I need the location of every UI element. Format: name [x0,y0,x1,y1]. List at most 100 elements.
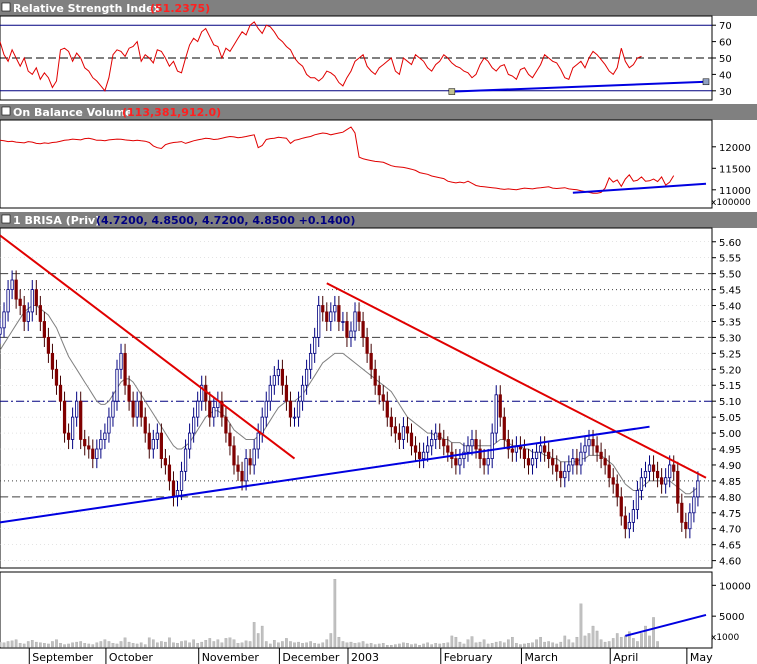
volume-bar [394,644,397,648]
price-candle-body [543,445,547,453]
rsi-panel: Relative Strength Index (51.2375) 70 60 50… [0,0,757,101]
volume-bar [301,643,304,648]
volume-bar [337,636,341,648]
volume-bar [196,643,200,648]
y-tick-label: 5.00 [719,429,741,440]
x-axis-month-label: February [444,651,493,664]
volume-bar [95,642,99,648]
price-candle-body [381,394,385,402]
obv-panel: On Balance Volume (113,381,912.0) 12000 1… [0,104,757,209]
price-candle-body [559,470,563,479]
volume-bar [619,636,623,648]
x-axis-month-label: October [109,651,153,664]
volume-bar [75,641,78,648]
price-candle-body [688,512,692,530]
volume-bar [51,641,54,648]
y-tick-label: 5.15 [719,381,741,392]
volume-bar [498,641,502,648]
price-candle-body [526,458,531,466]
volume-bar [349,641,353,648]
volume-bar [107,641,111,648]
x-axis-month-label: November [202,651,260,664]
price-candle-body [75,400,79,418]
price-candle-body [276,368,280,377]
volume-bar [55,639,58,648]
price-candle-body [66,432,71,440]
y-tick-label: 4.80 [719,493,741,504]
volume-bar [519,644,522,648]
rsi-panel-value: (51.2375) [150,2,210,15]
volume-bar [527,643,530,648]
volume-bar [244,640,248,648]
volume-bar [184,640,187,648]
volume-bar [543,641,546,648]
volume-bar [63,644,66,648]
volume-bar [313,643,317,648]
price-candle-body [34,289,38,306]
price-candle-body [627,521,631,530]
volume-bar [381,643,385,648]
price-candle-body [498,394,502,418]
volume-bar [71,642,74,648]
volume-bar [398,643,401,648]
price-candle-body [107,416,111,434]
price-candle-body [401,426,406,440]
volume-bar [595,630,599,648]
volume-bar [535,639,538,648]
volume-bar [22,643,26,648]
price-candle-body [369,352,373,370]
volume-bar [329,633,333,648]
price-candle-body [651,464,656,472]
volume-bar [442,643,446,648]
volume-bar [123,637,127,648]
y-tick-label: 5.10 [719,397,741,408]
price-candle-body [240,470,244,482]
y-tick-label: 5.20 [719,365,741,376]
y-tick-label: 5000 [719,612,744,623]
volume-panel: 10000 5000 x1000 [0,571,751,649]
price-candle-body [551,458,555,466]
price-candle-body [54,368,59,386]
price-candle-body [18,298,22,306]
price-candle-body [676,470,680,504]
price-candle-body [325,311,329,322]
volume-bar [511,636,514,648]
volume-bar [43,643,46,648]
volume-bar [268,643,272,648]
volume-bar [466,639,470,648]
price-candle-body [482,458,486,466]
volume-bar [260,625,264,648]
volume-bar [450,635,454,648]
volume-bar [494,641,498,648]
volume-bar [446,642,450,648]
price-candle-body [413,445,418,453]
volume-bar [571,642,575,648]
volume-bar [305,642,308,648]
volume-bar [539,636,542,648]
price-candle-body [26,311,30,322]
volume-bar [652,617,655,648]
rsi-panel-name: Relative Strength Index [13,2,161,15]
price-candle-body [417,451,422,459]
volume-bar [523,643,526,648]
price-candle-body [228,432,232,447]
price-candle-body [655,470,660,479]
price-candle-body [502,416,506,440]
price-candle-body [409,432,414,447]
y-tick-label: 5.30 [719,333,741,344]
price-candle-body [438,432,442,440]
volume-bar [599,639,603,648]
volume-bar [418,645,421,648]
price-candle-body [115,368,119,402]
volume-bar [99,641,103,648]
y-tick-label: 5.05 [719,413,741,424]
volume-bar [567,639,571,648]
y-tick-label: 4.95 [719,445,741,456]
volume-bar [192,639,195,648]
volume-multiplier: x1000 [711,633,740,643]
volume-bar [611,638,615,648]
volume-bar [39,642,42,648]
volume-bar [248,641,252,648]
volume-bar [285,638,288,648]
price-candle-body [421,451,426,459]
